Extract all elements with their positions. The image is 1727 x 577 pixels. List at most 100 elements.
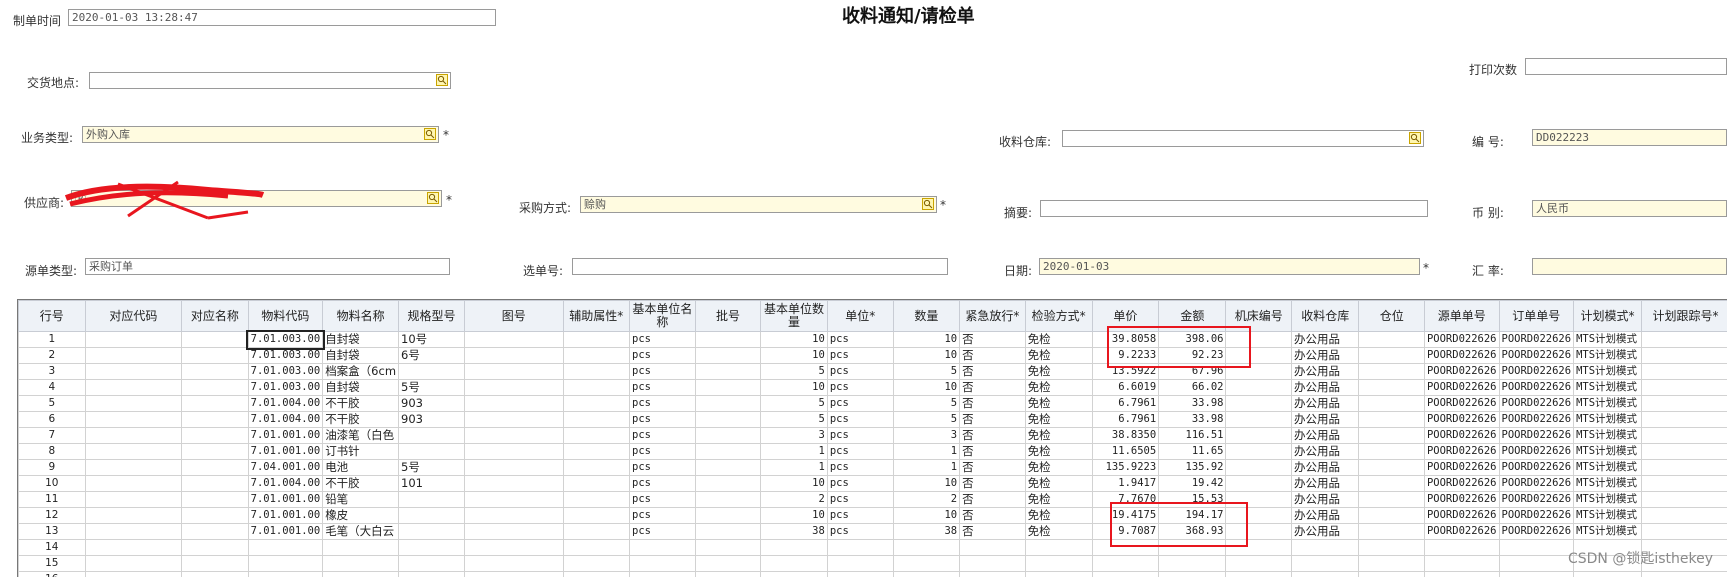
table-cell[interactable]: 否 [960,428,1026,444]
table-cell[interactable] [182,380,248,396]
summary-field[interactable] [1040,200,1428,217]
table-cell[interactable]: pcs [630,524,696,540]
table-cell[interactable]: pcs [630,460,696,476]
table-cell[interactable]: 否 [960,412,1026,428]
table-cell[interactable]: 3 [893,428,960,444]
table-cell[interactable] [182,508,248,524]
table-cell[interactable] [563,364,629,380]
table-cell[interactable] [85,364,182,380]
table-row[interactable]: 137.01.001.00毛笔（大白云pcs38pcs38否免检9.708736… [19,524,1727,540]
table-cell[interactable] [1291,556,1359,572]
table-cell[interactable]: 6号 [399,348,465,364]
table-cell[interactable]: 116.51 [1159,428,1226,444]
table-cell[interactable]: 不干胶 [323,476,399,492]
table-cell[interactable]: 903 [399,396,465,412]
table-cell[interactable] [563,572,629,577]
table-cell[interactable]: 5 [893,412,960,428]
table-cell[interactable]: 2 [19,348,86,364]
table-cell[interactable]: 免检 [1025,348,1092,364]
column-header[interactable]: 订单单号 [1499,301,1574,332]
table-cell[interactable]: 免检 [1025,524,1092,540]
table-cell[interactable] [695,492,761,508]
table-cell[interactable] [399,556,465,572]
table-cell[interactable] [465,364,564,380]
table-cell[interactable]: MTS计划模式 [1574,428,1642,444]
table-cell[interactable] [827,540,893,556]
table-cell[interactable] [85,508,182,524]
table-cell[interactable] [85,380,182,396]
table-cell[interactable]: POORD022626 [1424,396,1499,412]
table-cell[interactable] [563,428,629,444]
table-cell[interactable] [85,556,182,572]
table-cell[interactable] [323,556,399,572]
table-cell[interactable]: 自封袋 [323,380,399,396]
table-cell[interactable] [323,540,399,556]
table-cell[interactable]: 5 [893,364,960,380]
table-cell[interactable]: 10 [19,476,86,492]
table-row[interactable]: 17.01.003.00自封袋10号pcs10pcs10否免检39.805839… [19,332,1727,348]
table-cell[interactable]: 3 [19,364,86,380]
table-cell[interactable] [182,396,248,412]
table-cell[interactable]: 办公用品 [1291,348,1359,364]
table-cell[interactable] [1159,556,1226,572]
table-cell[interactable]: 7.04.001.00 [248,460,323,476]
table-cell[interactable]: 1 [893,444,960,460]
table-cell[interactable]: 6.6019 [1092,380,1159,396]
table-cell[interactable] [465,348,564,364]
table-cell[interactable] [1359,492,1425,508]
table-cell[interactable]: POORD022626 [1424,476,1499,492]
table-cell[interactable] [1226,444,1292,460]
table-cell[interactable] [695,460,761,476]
column-header[interactable]: 检验方式* [1025,301,1092,332]
table-cell[interactable] [85,540,182,556]
column-header[interactable]: 对应名称 [182,301,248,332]
table-cell[interactable] [1499,572,1574,577]
create-time-field[interactable]: 2020-01-03 13:28:47 [68,9,496,26]
table-cell[interactable]: 7.01.001.00 [248,524,323,540]
table-cell[interactable]: MTS计划模式 [1574,412,1642,428]
table-row[interactable]: 14 [19,540,1727,556]
table-cell[interactable]: pcs [827,508,893,524]
table-cell[interactable] [1642,460,1727,476]
table-cell[interactable] [1424,556,1499,572]
table-row[interactable]: 97.04.001.00电池5号pcs1pcs1否免检135.9223135.9… [19,460,1727,476]
table-cell[interactable]: 11.6505 [1092,444,1159,460]
table-cell[interactable]: 否 [960,364,1026,380]
table-cell[interactable]: MTS计划模式 [1574,364,1642,380]
table-cell[interactable]: POORD022626 [1499,332,1574,348]
table-cell[interactable]: 否 [960,476,1026,492]
table-cell[interactable]: POORD022626 [1499,524,1574,540]
table-cell[interactable] [1025,572,1092,577]
column-header[interactable]: 规格型号 [399,301,465,332]
print-count-field[interactable] [1525,58,1727,75]
table-cell[interactable] [465,380,564,396]
table-cell[interactable]: 903 [399,412,465,428]
table-cell[interactable] [182,428,248,444]
table-cell[interactable] [1574,572,1642,577]
table-cell[interactable]: 135.9223 [1092,460,1159,476]
table-cell[interactable] [563,460,629,476]
table-cell[interactable]: 油漆笔（白色 [323,428,399,444]
table-row[interactable]: 47.01.003.00自封袋5号pcs10pcs10否免检6.601966.0… [19,380,1727,396]
column-header[interactable]: 计划跟踪号* [1642,301,1727,332]
table-cell[interactable]: 33.98 [1159,396,1226,412]
table-cell[interactable]: 办公用品 [1291,332,1359,348]
table-cell[interactable] [1226,412,1292,428]
table-cell[interactable]: 9 [19,460,86,476]
table-cell[interactable]: 办公用品 [1291,380,1359,396]
table-cell[interactable]: pcs [630,396,696,412]
table-cell[interactable]: 7.01.004.00 [248,412,323,428]
table-cell[interactable]: 8 [19,444,86,460]
column-header[interactable]: 基本单位名称 [630,301,696,332]
lookup-icon[interactable] [436,74,448,86]
table-cell[interactable]: 10号 [399,332,465,348]
table-cell[interactable]: MTS计划模式 [1574,348,1642,364]
table-cell[interactable] [1291,540,1359,556]
column-header[interactable]: 计划模式* [1574,301,1642,332]
table-cell[interactable] [695,524,761,540]
table-cell[interactable] [695,476,761,492]
table-cell[interactable] [1359,508,1425,524]
table-cell[interactable] [1359,412,1425,428]
table-cell[interactable]: 办公用品 [1291,476,1359,492]
table-cell[interactable]: 6.7961 [1092,412,1159,428]
